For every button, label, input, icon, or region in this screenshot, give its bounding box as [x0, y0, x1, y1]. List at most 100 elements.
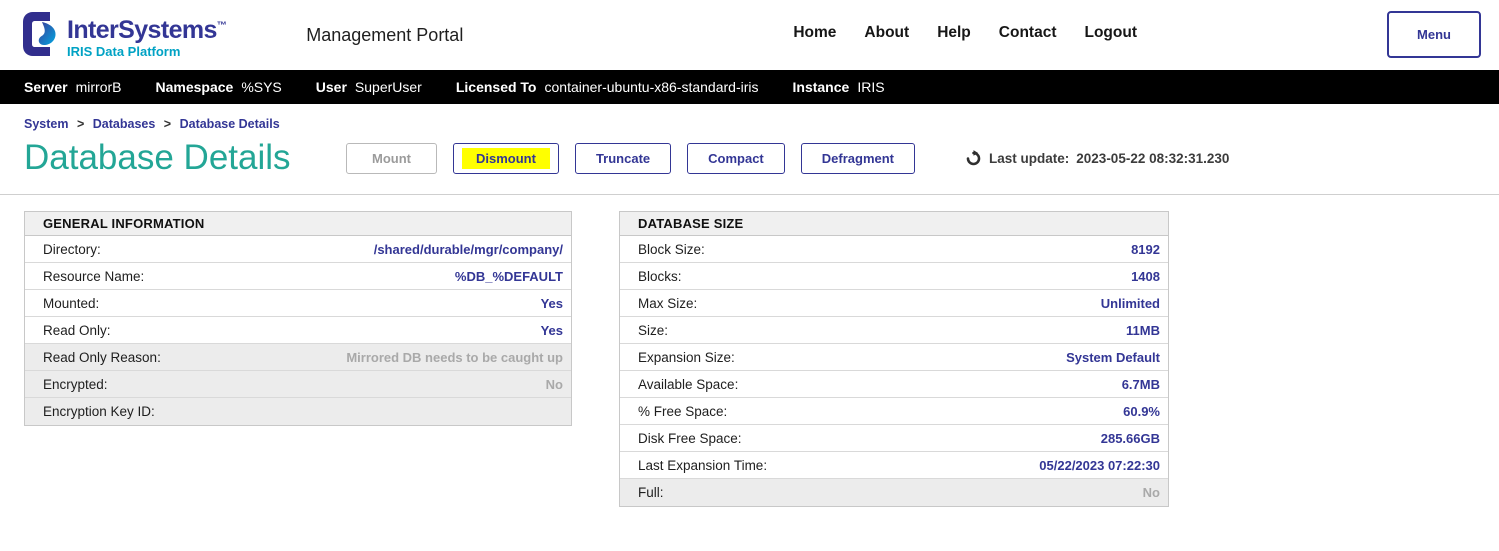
row-value: No	[546, 377, 563, 392]
breadcrumb: System > Databases > Database Details	[24, 117, 1499, 131]
compact-button[interactable]: Compact	[687, 143, 785, 174]
row-label: Encryption Key ID:	[43, 404, 155, 419]
row-label: Resource Name:	[43, 269, 144, 284]
row-label: Encrypted:	[43, 377, 108, 392]
portal-title: Management Portal	[306, 25, 463, 46]
table-row: Blocks: 1408	[620, 263, 1168, 290]
namespace-value: %SYS	[241, 79, 281, 95]
row-value: /shared/durable/mgr/company/	[374, 242, 563, 257]
refresh-icon[interactable]	[965, 150, 982, 167]
table-row: Directory: /shared/durable/mgr/company/	[25, 236, 571, 263]
row-value: 11MB	[1126, 323, 1160, 338]
dismount-button[interactable]: Dismount	[453, 143, 559, 174]
menu-button[interactable]: Menu	[1387, 11, 1481, 58]
table-row: Read Only Reason:Mirrored DB needs to be…	[25, 344, 571, 371]
table-row: Encryption Key ID:	[25, 398, 571, 425]
server-label: Server	[24, 79, 68, 95]
instance-label: Instance	[793, 79, 850, 95]
row-value: No	[1143, 485, 1160, 500]
mount-button: Mount	[346, 143, 437, 174]
table-row: Read Only: Yes	[25, 317, 571, 344]
row-value: 8192	[1131, 242, 1160, 257]
row-label: Full:	[638, 485, 664, 500]
row-label: Mounted:	[43, 296, 99, 311]
server-value: mirrorB	[76, 79, 122, 95]
table-row: % Free Space:60.9%	[620, 398, 1168, 425]
defragment-label: Defragment	[822, 151, 894, 166]
title-row: Database Details Mount Dismount Truncate…	[24, 135, 1499, 181]
truncate-button[interactable]: Truncate	[575, 143, 671, 174]
table-row: Expansion Size: System Default	[620, 344, 1168, 371]
row-label: Blocks:	[638, 269, 682, 284]
table-row: Available Space: 6.7MB	[620, 371, 1168, 398]
table-row: Size: 11MB	[620, 317, 1168, 344]
brand-name: InterSystems™	[67, 17, 226, 43]
licensed-to-value: container-ubuntu-x86-standard-iris	[545, 79, 759, 95]
defragment-button[interactable]: Defragment	[801, 143, 915, 174]
logo-subtitle: IRIS Data Platform	[67, 45, 226, 59]
dismount-label: Dismount	[462, 148, 550, 169]
breadcrumb-separator: >	[77, 117, 84, 131]
logo-text: InterSystems™ IRIS Data Platform	[67, 11, 226, 59]
database-size-rows: Block Size:8192 Blocks: 1408 Max Size:Unlim…	[620, 236, 1168, 506]
general-information-title: GENERAL INFORMATION	[25, 212, 571, 236]
row-value: 6.7MB	[1122, 377, 1160, 392]
row-value: 1408	[1131, 269, 1160, 284]
server-bar-item-instance: Instance IRIS	[793, 79, 885, 95]
nav-link-logout[interactable]: Logout	[1084, 24, 1137, 42]
table-row: Encrypted: No	[25, 371, 571, 398]
row-value: Yes	[541, 296, 563, 311]
row-value: Mirrored DB needs to be caught up	[346, 350, 563, 365]
row-value: 05/22/2023 07:22:30	[1039, 458, 1160, 473]
table-row: Block Size:8192	[620, 236, 1168, 263]
row-label: Directory:	[43, 242, 101, 257]
row-value: System Default	[1066, 350, 1160, 365]
row-value: Yes	[541, 323, 563, 338]
row-value: %DB_%DEFAULT	[455, 269, 563, 284]
table-row: Resource Name: %DB_%DEFAULT	[25, 263, 571, 290]
instance-value: IRIS	[857, 79, 884, 95]
breadcrumb-link-system[interactable]: System	[24, 117, 68, 131]
table-row: Last Expansion Time: 05/22/2023 07:22:30	[620, 452, 1168, 479]
row-label: Size:	[638, 323, 668, 338]
table-row: Full: No	[620, 479, 1168, 506]
user-label: User	[316, 79, 347, 95]
breadcrumb-separator: >	[164, 117, 171, 131]
user-value: SuperUser	[355, 79, 422, 95]
row-value: 285.66GB	[1101, 431, 1160, 446]
trademark: ™	[217, 21, 226, 32]
server-bar-item-licensed-to: Licensed To container-ubuntu-x86-standar…	[456, 79, 759, 95]
action-buttons: Mount Dismount Truncate Compact Defragme…	[346, 143, 915, 174]
row-label: Last Expansion Time:	[638, 458, 767, 473]
licensed-to-label: Licensed To	[456, 79, 537, 95]
nav-link-home[interactable]: Home	[793, 24, 836, 42]
server-info-bar: Server mirrorB Namespace %SYS User Super…	[0, 70, 1499, 104]
content: GENERAL INFORMATION Directory: /shared/du…	[0, 195, 1499, 507]
row-label: Read Only:	[43, 323, 111, 338]
breadcrumb-current: Database Details	[180, 117, 280, 131]
page-title: Database Details	[24, 138, 346, 178]
namespace-label: Namespace	[155, 79, 233, 95]
top-nav: Home About Help Contact Logout	[793, 24, 1137, 42]
row-label: Disk Free Space:	[638, 431, 742, 446]
nav-link-contact[interactable]: Contact	[999, 24, 1057, 42]
last-update-value: 2023-05-22 08:32:31.230	[1076, 151, 1229, 166]
nav-link-about[interactable]: About	[864, 24, 909, 42]
table-row: Mounted: Yes	[25, 290, 571, 317]
table-row: Disk Free Space: 285.66GB	[620, 425, 1168, 452]
table-row: Max Size:Unlimited	[620, 290, 1168, 317]
last-update-label: Last update:	[989, 151, 1069, 166]
row-label: Expansion Size:	[638, 350, 735, 365]
general-information-table: GENERAL INFORMATION Directory: /shared/du…	[24, 211, 572, 426]
truncate-label: Truncate	[596, 151, 650, 166]
server-bar-item-server: Server mirrorB	[24, 79, 121, 95]
nav-link-help[interactable]: Help	[937, 24, 971, 42]
server-bar-item-namespace: Namespace %SYS	[155, 79, 281, 95]
server-bar-item-user: User SuperUser	[316, 79, 422, 95]
row-value: 60.9%	[1123, 404, 1160, 419]
breadcrumb-link-databases[interactable]: Databases	[93, 117, 156, 131]
mount-label: Mount	[372, 151, 411, 166]
compact-label: Compact	[708, 151, 764, 166]
header: InterSystems™ IRIS Data Platform Managem…	[0, 0, 1499, 70]
row-label: Available Space:	[638, 377, 738, 392]
